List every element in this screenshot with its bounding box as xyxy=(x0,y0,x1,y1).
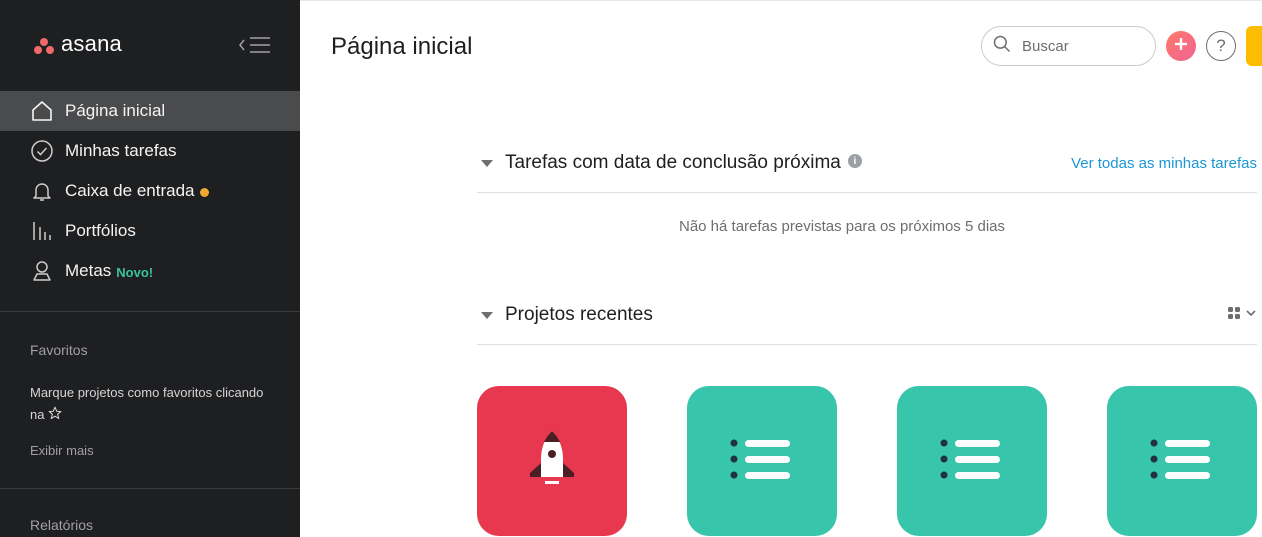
home-icon xyxy=(30,99,54,123)
sidebar-item-label: Portfólios xyxy=(65,221,136,240)
bell-icon xyxy=(30,179,54,203)
project-tile[interactable] xyxy=(687,386,837,536)
sidebar-item-label: Caixa de entrada xyxy=(65,181,195,200)
upgrade-button[interactable] xyxy=(1246,26,1262,66)
tasks-section-header: Tarefas com data de conclusão próxima i … xyxy=(477,148,1257,178)
sidebar-item-inbox[interactable]: Caixa de entrada xyxy=(0,171,300,211)
sidebar-nav: Página inicial Minhas tarefas Caixa de e… xyxy=(0,91,300,291)
collapse-caret-icon[interactable] xyxy=(481,159,493,167)
unread-dot-badge xyxy=(200,187,210,197)
list-icon xyxy=(940,435,1004,488)
project-tile[interactable] xyxy=(897,386,1047,536)
chevron-down-icon xyxy=(1245,306,1257,324)
search-icon xyxy=(992,34,1012,59)
sidebar-divider xyxy=(0,311,300,312)
bar-chart-icon xyxy=(30,219,54,243)
list-icon xyxy=(1150,435,1214,488)
new-badge: Novo! xyxy=(116,264,154,280)
question-icon: ? xyxy=(1216,36,1226,55)
tasks-section-title: Tarefas com data de conclusão próxima xyxy=(505,152,841,173)
section-divider xyxy=(477,344,1257,345)
project-tile[interactable] xyxy=(477,386,627,536)
reports-title[interactable]: Relatórios xyxy=(30,517,93,533)
check-circle-icon xyxy=(30,139,54,163)
sidebar-divider xyxy=(0,488,300,489)
section-divider xyxy=(477,192,1257,193)
page-title: Página inicial xyxy=(331,33,473,60)
sidebar: asana Página inicial Minhas tarefas Caix… xyxy=(0,0,300,537)
projects-section-header: Projetos recentes xyxy=(477,300,1257,330)
projects-section-title: Projetos recentes xyxy=(505,304,653,325)
asana-logo[interactable]: asana xyxy=(33,31,122,57)
show-more-link[interactable]: Exibir mais xyxy=(30,443,94,458)
see-all-tasks-link[interactable]: Ver todas as minhas tarefas xyxy=(1071,155,1257,172)
sidebar-item-portfolios[interactable]: Portfólios xyxy=(0,211,300,251)
search-placeholder: Buscar xyxy=(1022,37,1069,55)
view-toggle-button[interactable] xyxy=(1227,306,1257,325)
search-input[interactable]: Buscar xyxy=(981,26,1156,66)
collapse-caret-icon[interactable] xyxy=(481,311,493,319)
help-button[interactable]: ? xyxy=(1206,31,1236,61)
info-icon[interactable]: i xyxy=(847,154,862,168)
sidebar-item-label: Minhas tarefas xyxy=(65,141,177,160)
sidebar-item-label: Página inicial xyxy=(65,101,166,120)
logo-text: asana xyxy=(61,31,122,56)
quick-add-button[interactable] xyxy=(1166,31,1196,61)
favorites-hint: Marque projetos como favoritos clicando … xyxy=(30,382,270,426)
grid-icon xyxy=(1227,306,1241,325)
person-icon xyxy=(30,259,54,283)
sidebar-item-home[interactable]: Página inicial xyxy=(0,91,300,131)
top-border xyxy=(300,0,1262,1)
sidebar-item-goals[interactable]: Metas Novo! xyxy=(0,251,300,291)
favorites-hint-text: Marque projetos como favoritos clicando … xyxy=(30,385,264,422)
empty-tasks-message: Não há tarefas previstas para os próximo… xyxy=(679,218,1005,235)
collapse-sidebar-icon[interactable] xyxy=(237,33,271,57)
list-icon xyxy=(730,435,794,488)
favorites-title[interactable]: Favoritos xyxy=(30,342,88,358)
project-tile[interactable] xyxy=(1107,386,1257,536)
sidebar-item-label: Metas xyxy=(65,261,112,280)
plus-icon xyxy=(1174,37,1188,56)
star-icon xyxy=(48,406,62,422)
rocket-icon xyxy=(520,427,584,496)
asana-logo-icon xyxy=(33,35,55,55)
sidebar-item-my-tasks[interactable]: Minhas tarefas xyxy=(0,131,300,171)
